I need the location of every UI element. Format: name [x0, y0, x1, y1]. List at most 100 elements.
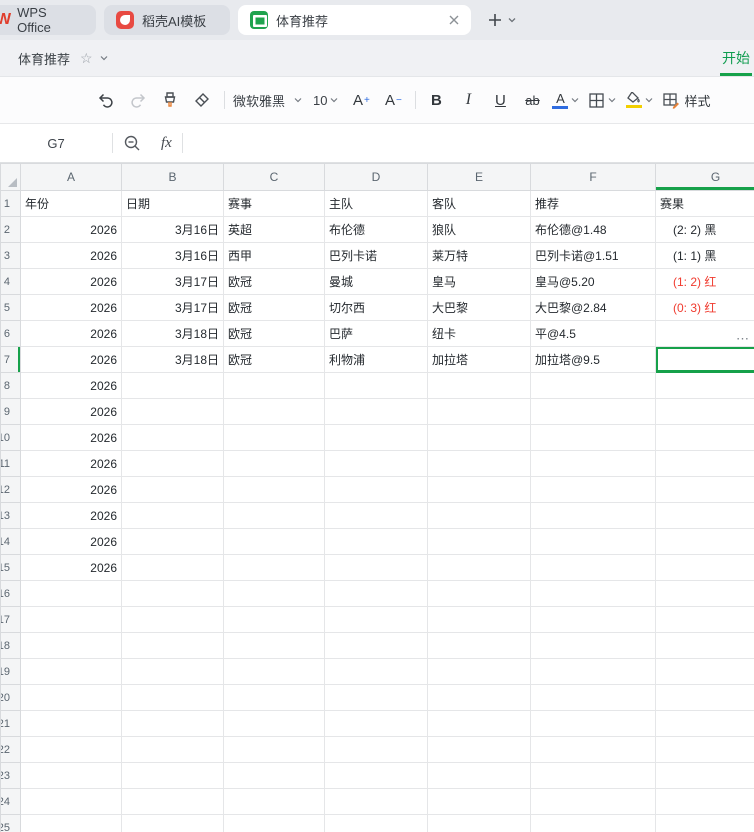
cell[interactable]: 3月18日	[121, 320, 224, 347]
cell[interactable]	[530, 762, 656, 789]
cell[interactable]	[324, 814, 428, 832]
selected-cell[interactable]	[655, 346, 754, 373]
cell[interactable]	[324, 684, 428, 711]
cell[interactable]: 2026	[20, 450, 122, 477]
cell-style-button[interactable]: 样式	[662, 91, 710, 110]
cell[interactable]	[121, 606, 224, 633]
cell[interactable]: 切尔西	[324, 294, 428, 321]
cell[interactable]	[121, 788, 224, 815]
cell[interactable]	[20, 788, 122, 815]
row-header[interactable]: 4	[0, 268, 21, 295]
font-color-button[interactable]: A	[552, 86, 580, 114]
cell[interactable]: 推荐	[530, 190, 656, 217]
cell[interactable]	[223, 580, 325, 607]
cell[interactable]	[223, 606, 325, 633]
cell[interactable]	[655, 684, 754, 711]
cell[interactable]: 英超	[223, 216, 325, 243]
cell[interactable]	[530, 606, 656, 633]
row-header[interactable]: 23	[0, 762, 21, 789]
cell[interactable]: 3月18日	[121, 346, 224, 373]
cell[interactable]	[655, 398, 754, 425]
cell[interactable]: 2026	[20, 398, 122, 425]
row-header[interactable]: 17	[0, 606, 21, 633]
font-size-select[interactable]: 10	[313, 93, 339, 108]
cell[interactable]: 日期	[121, 190, 224, 217]
cell[interactable]: 布伦德	[324, 216, 428, 243]
cell[interactable]: 2026	[20, 242, 122, 269]
column-header-g[interactable]: G	[655, 163, 754, 191]
cell[interactable]	[223, 710, 325, 737]
row-header[interactable]: 11	[0, 450, 21, 477]
zoom-search-button[interactable]	[123, 134, 141, 152]
row-header[interactable]: 7	[0, 346, 21, 373]
cell[interactable]	[427, 632, 531, 659]
row-header[interactable]: 15	[0, 554, 21, 581]
font-name-select[interactable]: 微软雅黑	[233, 91, 303, 110]
favorite-star-icon[interactable]: ☆	[80, 50, 93, 67]
column-header-f[interactable]: F	[530, 163, 656, 191]
cell[interactable]	[530, 684, 656, 711]
row-header[interactable]: 12	[0, 476, 21, 503]
redo-button[interactable]	[126, 86, 150, 114]
cell[interactable]: 3月16日	[121, 216, 224, 243]
cell[interactable]	[324, 632, 428, 659]
cell[interactable]: 布伦德@1.48	[530, 216, 656, 243]
cell[interactable]	[530, 580, 656, 607]
cell[interactable]: 2026	[20, 346, 122, 373]
cell[interactable]	[121, 710, 224, 737]
cell[interactable]	[655, 476, 754, 503]
cell[interactable]	[121, 398, 224, 425]
cell[interactable]	[324, 710, 428, 737]
cell[interactable]	[223, 528, 325, 555]
cell[interactable]	[655, 632, 754, 659]
column-header-a[interactable]: A	[20, 163, 122, 191]
cell[interactable]: 2026	[20, 502, 122, 529]
cell[interactable]: 赛果	[655, 190, 754, 217]
select-all-corner[interactable]	[0, 163, 21, 191]
cell[interactable]	[121, 554, 224, 581]
cell[interactable]: 纽卡	[427, 320, 531, 347]
cell[interactable]	[655, 450, 754, 477]
cell[interactable]	[223, 450, 325, 477]
cell[interactable]: 曼城	[324, 268, 428, 295]
row-header[interactable]: 9	[0, 398, 21, 425]
row-header[interactable]: 3	[0, 242, 21, 269]
cell[interactable]	[324, 788, 428, 815]
cell[interactable]	[121, 684, 224, 711]
column-header-d[interactable]: D	[324, 163, 428, 191]
cell[interactable]	[121, 632, 224, 659]
tab-docer-templates[interactable]: 稻壳AI模板	[104, 5, 230, 35]
cell[interactable]: 大巴黎@2.84	[530, 294, 656, 321]
cell[interactable]	[427, 580, 531, 607]
cell[interactable]	[324, 762, 428, 789]
cell[interactable]: 3月16日	[121, 242, 224, 269]
fill-color-button[interactable]	[625, 86, 654, 114]
column-header-b[interactable]: B	[121, 163, 224, 191]
cell[interactable]	[655, 814, 754, 832]
cell[interactable]	[324, 736, 428, 763]
cell[interactable]	[20, 762, 122, 789]
cell[interactable]	[324, 372, 428, 399]
cell[interactable]	[427, 736, 531, 763]
cell[interactable]: 欧冠	[223, 346, 325, 373]
cell[interactable]: 年份	[20, 190, 122, 217]
cell[interactable]	[121, 502, 224, 529]
column-header-e[interactable]: E	[427, 163, 531, 191]
cell[interactable]	[223, 372, 325, 399]
row-header[interactable]: 13	[0, 502, 21, 529]
cell[interactable]: 客队	[427, 190, 531, 217]
column-header-c[interactable]: C	[223, 163, 325, 191]
borders-button[interactable]	[588, 86, 617, 114]
cell[interactable]	[223, 424, 325, 451]
cell[interactable]: 欧冠	[223, 268, 325, 295]
cell[interactable]	[20, 580, 122, 607]
cell[interactable]	[427, 528, 531, 555]
cell[interactable]	[655, 736, 754, 763]
cell[interactable]	[223, 554, 325, 581]
cell[interactable]: 加拉塔@9.5	[530, 346, 656, 373]
row-header[interactable]: 8	[0, 372, 21, 399]
cell[interactable]: 2026	[20, 424, 122, 451]
cell[interactable]: 巴萨	[324, 320, 428, 347]
cell[interactable]	[324, 424, 428, 451]
ribbon-tab-home[interactable]: 开始	[720, 40, 754, 76]
